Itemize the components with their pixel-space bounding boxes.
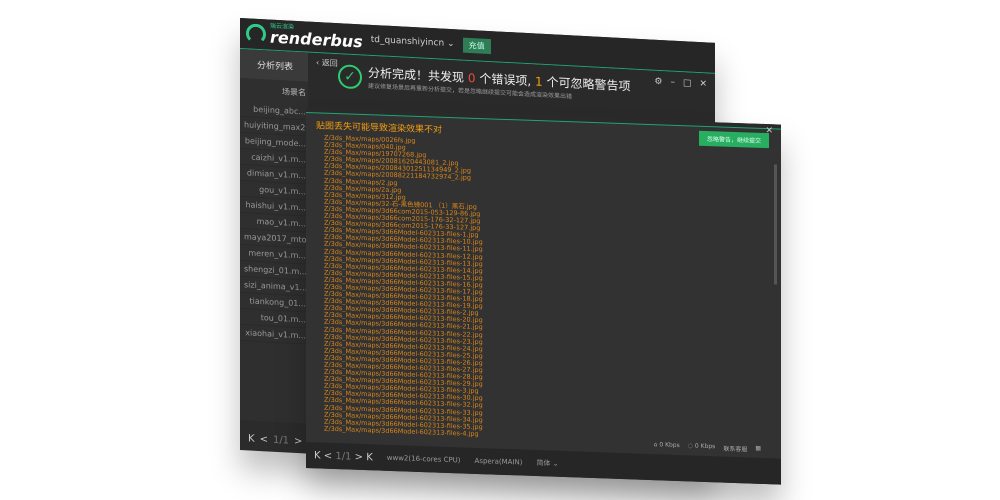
settings-icon[interactable]: ⚙ [654,77,662,87]
feedback-link[interactable]: 联系客服 [723,444,747,454]
user-dropdown[interactable]: td_quanshiyincn ⌄ [371,35,455,49]
back-button[interactable]: ‹ 返回 [316,57,338,69]
missing-maps-dialog: ✕ 忽略警告，继续提交 贴图丢失可能导致渲染效果不对 Z/3ds_Max/map… [306,108,781,485]
minimize-icon[interactable]: – [670,78,675,88]
language-select[interactable]: 简体 ⌄ [537,458,559,469]
back-label: 返回 [321,58,338,69]
scrollbar[interactable] [774,164,777,285]
recharge-button[interactable]: 充值 [462,37,491,54]
scene-list-item[interactable]: xiaohai_v1.m... [240,325,310,345]
cpu-info: www2(16-cores CPU) [386,453,461,465]
pager-footer: K < 1/1 > K [314,450,373,463]
window-controls: ⚙ – □ ✕ [654,77,707,90]
prev-page-button[interactable]: < [324,450,332,461]
check-circle-icon: ✓ [338,64,362,90]
username: td_quanshiyincn [370,34,445,49]
logo-words: 瑞云渲染 renderbus [270,23,363,52]
sidebar: 分析列表 场景名 beijing_abc... huiyiting_max2018… [240,49,310,424]
maximize-icon[interactable]: □ [683,78,692,88]
tab-analysis-list[interactable]: 分析列表 [240,49,310,82]
prev-page-button[interactable]: < [260,434,268,445]
brand: renderbus [270,27,363,52]
pager: K < 1/1 > K [248,433,314,447]
error-count: 0 [467,70,476,86]
ignore-continue-button[interactable]: 忽略警告，继续提交 [698,130,769,149]
download-value: 0 Kbps [659,441,680,450]
page-indicator: 1/1 [335,450,352,463]
first-page-button[interactable]: K [314,450,321,461]
file-list: Z/3ds_Max/maps/0026fs.jpg Z/3ds_Max/maps/… [306,134,781,453]
transfer-mode[interactable]: Aspera(MAIN) [475,457,523,467]
next-page-button[interactable]: > [294,436,302,447]
error-label: 个错误项, [479,71,532,89]
upload-value: 0 Kbps [694,442,716,451]
qr-code-icon[interactable]: ▦ [755,445,761,454]
logo: 瑞云渲染 renderbus [246,22,363,52]
warning-count: 1 [534,74,543,89]
first-page-button[interactable]: K [248,433,255,444]
upload-speed: ◌ 0 Kbps [687,442,716,451]
language-value: 简体 [536,459,551,468]
download-speed: ⌂ 0 Kbps [653,441,680,450]
last-page-button[interactable]: K [366,452,373,463]
page-indicator: 1/1 [272,434,290,447]
next-page-button[interactable]: > [355,451,363,462]
logo-icon [246,23,266,45]
close-icon[interactable]: ✕ [699,79,707,89]
